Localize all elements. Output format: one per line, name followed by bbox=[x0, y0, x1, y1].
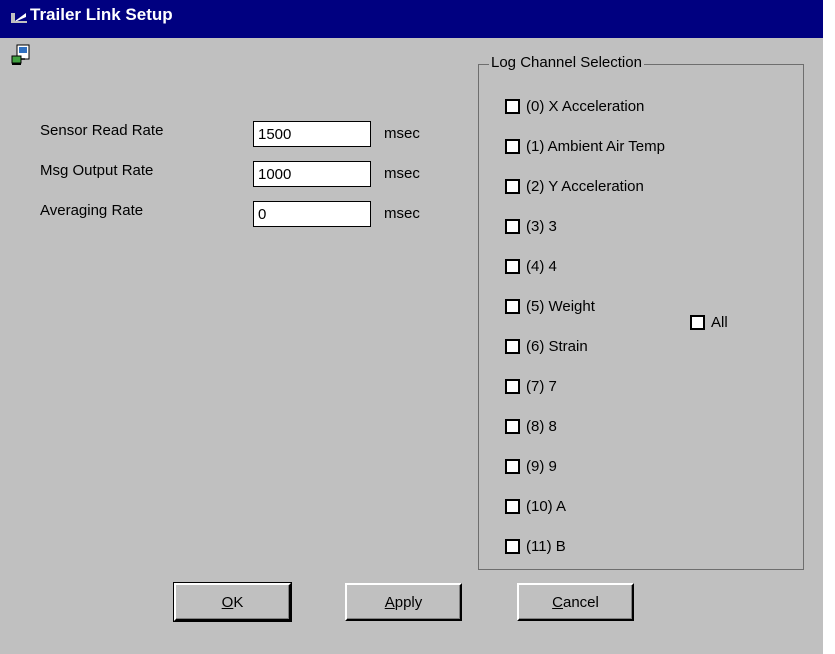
msg-output-rate-unit: msec bbox=[384, 165, 420, 182]
apply-mnemonic: A bbox=[384, 593, 395, 611]
checkbox-box[interactable] bbox=[505, 298, 520, 314]
checkbox-box[interactable] bbox=[505, 338, 520, 354]
checkbox-box[interactable] bbox=[505, 178, 520, 194]
trailer-window-icon bbox=[11, 13, 27, 23]
channel-11-label: (11) B bbox=[526, 537, 566, 555]
channel-2-checkbox[interactable]: (2) Y Acceleration bbox=[505, 174, 644, 198]
checkbox-box[interactable] bbox=[505, 98, 520, 114]
checkbox-box[interactable] bbox=[505, 538, 520, 554]
sensor-read-rate-unit: msec bbox=[384, 125, 420, 142]
channel-7-label: (7) 7 bbox=[526, 377, 557, 395]
sensor-read-rate-input[interactable] bbox=[253, 121, 371, 147]
ok-button[interactable]: OK bbox=[173, 582, 292, 622]
channel-1-label: (1) Ambient Air Temp bbox=[526, 137, 665, 155]
window-title: Trailer Link Setup bbox=[30, 5, 173, 24]
checkbox-box[interactable] bbox=[505, 218, 520, 234]
averaging-rate-label: Averaging Rate bbox=[40, 202, 144, 219]
channel-4-label: (4) 4 bbox=[526, 257, 557, 275]
cancel-button[interactable]: Cancel bbox=[517, 583, 634, 621]
dialog-window: Trailer Link Setup Sensor Read Rate msec… bbox=[0, 0, 823, 654]
apply-button[interactable]: Apply bbox=[345, 583, 462, 621]
ok-label-rest: K bbox=[233, 593, 244, 611]
sensor-read-rate-label: Sensor Read Rate bbox=[40, 122, 164, 139]
averaging-rate-input[interactable] bbox=[253, 201, 371, 227]
all-channels-label: All bbox=[711, 313, 728, 331]
checkbox-box[interactable] bbox=[505, 258, 520, 274]
channel-4-checkbox[interactable]: (4) 4 bbox=[505, 254, 557, 278]
channel-1-checkbox[interactable]: (1) Ambient Air Temp bbox=[505, 134, 665, 158]
channel-8-checkbox[interactable]: (8) 8 bbox=[505, 414, 557, 438]
checkbox-box[interactable] bbox=[505, 498, 520, 514]
channel-5-checkbox[interactable]: (5) Weight bbox=[505, 294, 595, 318]
channel-8-label: (8) 8 bbox=[526, 417, 557, 435]
channel-10-checkbox[interactable]: (10) A bbox=[505, 494, 566, 518]
checkbox-box[interactable] bbox=[505, 418, 520, 434]
checkbox-box[interactable] bbox=[505, 378, 520, 394]
cancel-mnemonic: C bbox=[552, 593, 563, 611]
channel-9-label: (9) 9 bbox=[526, 457, 557, 475]
log-channel-group-title: Log Channel Selection bbox=[489, 54, 644, 71]
checkbox-box[interactable] bbox=[690, 314, 705, 330]
channel-6-label: (6) Strain bbox=[526, 337, 588, 355]
channel-11-checkbox[interactable]: (11) B bbox=[505, 534, 566, 558]
channel-9-checkbox[interactable]: (9) 9 bbox=[505, 454, 557, 478]
channel-2-label: (2) Y Acceleration bbox=[526, 177, 644, 195]
channel-10-label: (10) A bbox=[526, 497, 567, 515]
network-link-icon bbox=[11, 44, 30, 65]
title-bar[interactable]: Trailer Link Setup bbox=[0, 0, 823, 38]
channel-5-label: (5) Weight bbox=[526, 297, 595, 315]
channel-3-checkbox[interactable]: (3) 3 bbox=[505, 214, 557, 238]
msg-output-rate-label: Msg Output Rate bbox=[40, 162, 154, 179]
channel-6-checkbox[interactable]: (6) Strain bbox=[505, 334, 588, 358]
all-channels-checkbox[interactable]: All bbox=[690, 310, 728, 334]
apply-label-rest: pply bbox=[394, 593, 423, 611]
msg-output-rate-input[interactable] bbox=[253, 161, 371, 187]
channel-7-checkbox[interactable]: (7) 7 bbox=[505, 374, 557, 398]
channel-0-checkbox[interactable]: (0) X Acceleration bbox=[505, 94, 644, 118]
averaging-rate-unit: msec bbox=[384, 205, 420, 222]
cancel-label-rest: ancel bbox=[562, 593, 599, 611]
channel-3-label: (3) 3 bbox=[526, 217, 557, 235]
checkbox-box[interactable] bbox=[505, 458, 520, 474]
ok-mnemonic: O bbox=[221, 593, 234, 611]
checkbox-box[interactable] bbox=[505, 138, 520, 154]
channel-0-label: (0) X Acceleration bbox=[526, 97, 645, 115]
